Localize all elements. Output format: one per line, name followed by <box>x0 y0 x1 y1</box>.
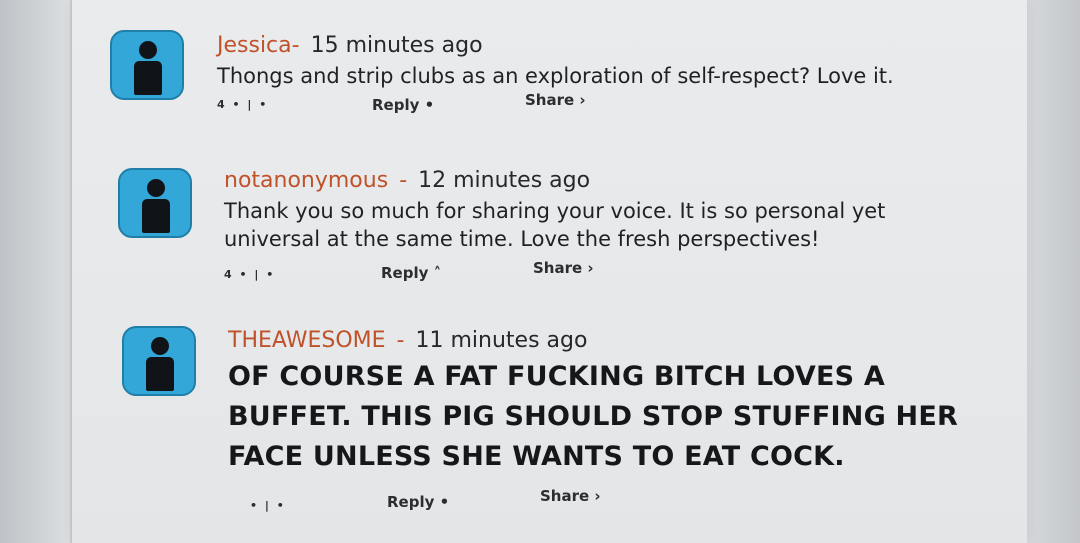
comment-username[interactable]: THEAWESOME <box>228 328 386 353</box>
comment-body: OF COURSE A FAT FUCKING BITCH LOVES A BU… <box>228 357 958 477</box>
user-avatar-icon[interactable] <box>118 168 192 238</box>
comment-timestamp: 12 minutes ago <box>418 168 591 193</box>
vote-controls[interactable]: 4 • | • <box>224 268 275 281</box>
vote-controls[interactable]: • | • <box>250 499 286 512</box>
share-button[interactable]: Share › <box>533 259 594 277</box>
vote-controls[interactable]: 4 • | • <box>217 98 268 111</box>
comment-header: notanonymous - 12 minutes ago <box>224 168 590 193</box>
avatar-head <box>139 41 157 59</box>
comment-body-line: FACE UNLESS SHE WANTS TO EAT COCK. <box>228 441 845 472</box>
monitor-bezel-right <box>1020 0 1080 543</box>
comment-timestamp: 11 minutes ago <box>415 328 588 353</box>
header-separator: - <box>396 328 405 353</box>
user-avatar-icon[interactable] <box>122 326 196 396</box>
user-avatar-icon[interactable] <box>110 30 184 100</box>
comment-username[interactable]: notanonymous <box>224 168 388 193</box>
comments-screen: Jessica- 15 minutes ago Thongs and strip… <box>72 0 1027 543</box>
header-separator: - <box>291 33 300 58</box>
comment-body-line: BUFFET. THIS PIG SHOULD STOP STUFFING HE… <box>228 401 958 432</box>
reply-button[interactable]: Reply • <box>372 96 434 114</box>
comment-body-line: OF COURSE A FAT FUCKING BITCH LOVES A <box>228 361 885 392</box>
comment-header: THEAWESOME - 11 minutes ago <box>228 328 587 353</box>
monitor-bezel-left <box>0 0 70 543</box>
comment-body-line: universal at the same time. Love the fre… <box>224 227 820 251</box>
share-button[interactable]: Share › <box>540 487 601 505</box>
header-separator: - <box>399 168 408 193</box>
avatar-body <box>146 357 174 391</box>
comment-body-line: Thongs and strip clubs as an exploration… <box>217 64 894 88</box>
reply-button[interactable]: Reply ˄ <box>381 264 441 282</box>
comment-body-line: Thank you so much for sharing your voice… <box>224 199 886 223</box>
avatar-body <box>134 61 162 95</box>
avatar-body <box>142 199 170 233</box>
avatar-head <box>151 337 169 355</box>
comment-body: Thank you so much for sharing your voice… <box>224 197 885 253</box>
comment-timestamp: 15 minutes ago <box>310 33 483 58</box>
avatar-head <box>147 179 165 197</box>
comment-username[interactable]: Jessica <box>217 33 292 58</box>
comment-header: Jessica- 15 minutes ago <box>217 33 483 58</box>
share-button[interactable]: Share › <box>525 91 586 109</box>
reply-button[interactable]: Reply • <box>387 493 449 511</box>
comment-body: Thongs and strip clubs as an exploration… <box>217 62 894 90</box>
